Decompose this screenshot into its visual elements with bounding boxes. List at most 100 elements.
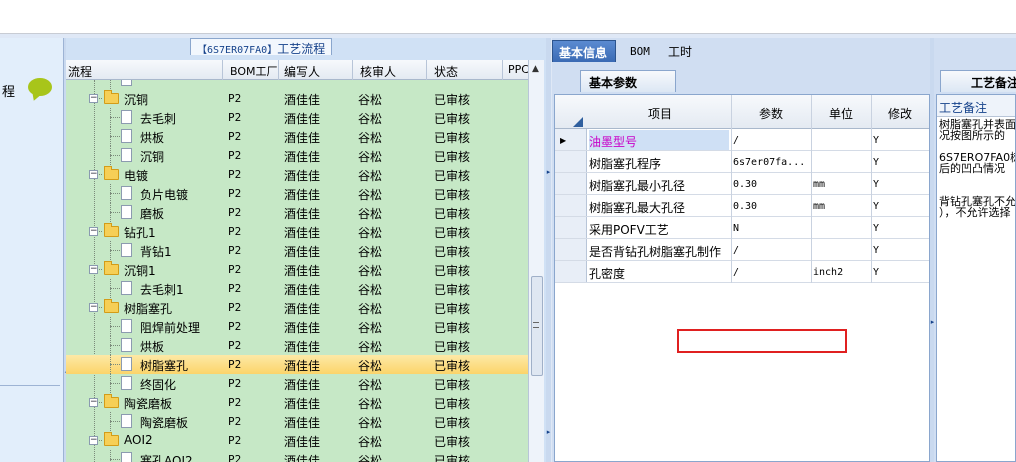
collapse-toggle-icon[interactable]: −	[89, 265, 98, 274]
status-cell: 已审核	[434, 378, 471, 392]
table-row[interactable]: 烘板 P2 酒佳佳 谷松 已审核	[66, 127, 528, 146]
reviewer-cell: 谷松	[358, 454, 383, 462]
col-header-item[interactable]: 项目	[589, 105, 731, 122]
step-name: 树脂塞孔	[140, 359, 189, 373]
collapse-toggle-icon[interactable]: −	[89, 398, 98, 407]
folder-icon	[104, 394, 119, 408]
param-unit-cell: mm	[813, 179, 826, 190]
table-row[interactable]: − 树脂塞孔 P2 酒佳佳 谷松 已审核	[66, 298, 528, 317]
process-notes-panel: 工艺备注 工艺备注 树脂塞孔并表面况按图所示的6S7ERO7FA0树脂后的凹凸情…	[934, 38, 1016, 462]
bom-factory-cell: P2	[228, 168, 242, 181]
writer-cell: 酒佳佳	[284, 169, 321, 183]
table-row[interactable]: 终固化 P2 酒佳佳 谷松 已审核	[66, 374, 528, 393]
splitter-middle[interactable]: ▸ ▸	[546, 38, 551, 462]
table-row[interactable]: 塞孔AOI2 P2 酒佳佳 谷松 已审核	[66, 450, 528, 462]
table-row[interactable]: 陶瓷磨板 P2 酒佳佳 谷松 已审核	[66, 412, 528, 431]
col-header-bom[interactable]: BOM工厂	[230, 63, 278, 79]
bom-factory-cell: P2	[228, 130, 242, 143]
param-edit-cell[interactable]: Y	[873, 157, 923, 168]
param-value-cell[interactable]: /	[733, 245, 809, 256]
document-icon	[121, 338, 132, 352]
collapse-toggle-icon[interactable]: −	[89, 303, 98, 312]
status-cell: 已审核	[434, 397, 471, 411]
col-header-unit[interactable]: 单位	[811, 105, 871, 122]
tab-bom[interactable]: BOM	[624, 42, 656, 64]
collapse-arrow-icon[interactable]: ▸	[546, 428, 551, 436]
writer-cell: 酒佳佳	[284, 302, 321, 316]
reviewer-cell: 谷松	[358, 264, 383, 278]
highlight-annotation-box	[677, 329, 847, 353]
param-value-cell[interactable]: 0.30	[733, 201, 809, 212]
scroll-up-icon[interactable]: ▲	[532, 64, 539, 74]
table-row[interactable]	[66, 80, 528, 89]
col-header-flow[interactable]: 流程	[68, 63, 92, 80]
col-header-reviewer[interactable]: 核审人	[360, 63, 396, 80]
param-row[interactable]: 树脂塞孔最小孔径 0.30 mm Y	[555, 173, 929, 195]
param-edit-cell[interactable]: Y	[873, 201, 923, 212]
collapse-toggle-icon[interactable]: −	[89, 170, 98, 179]
param-row[interactable]: 是否背钻孔树脂塞孔制作 / Y	[555, 239, 929, 261]
collapse-toggle-icon[interactable]: −	[89, 436, 98, 445]
tab-basic-params[interactable]: 基本参数	[580, 70, 676, 92]
param-edit-cell[interactable]: Y	[873, 223, 923, 234]
param-edit-cell[interactable]: Y	[873, 245, 923, 256]
writer-cell: 酒佳佳	[284, 359, 321, 373]
param-edit-cell[interactable]: Y	[873, 135, 923, 146]
table-row[interactable]: 烘板 P2 酒佳佳 谷松 已审核	[66, 336, 528, 355]
param-row[interactable]: 树脂塞孔最大孔径 0.30 mm Y	[555, 195, 929, 217]
tab-process-notes[interactable]: 工艺备注	[940, 70, 1016, 92]
step-name: 烘板	[140, 131, 165, 145]
reviewer-cell: 谷松	[358, 416, 383, 430]
status-cell: 已审核	[434, 226, 471, 240]
tab-basic-info[interactable]: 基本信息	[552, 40, 616, 62]
param-row[interactable]: 孔密度 / inch2 Y	[555, 261, 929, 283]
writer-cell: 酒佳佳	[284, 112, 321, 126]
table-row[interactable]: 树脂塞孔 P2 酒佳佳 谷松 已审核	[66, 355, 528, 374]
param-value-cell[interactable]: /	[733, 267, 809, 278]
col-header-edit[interactable]: 修改	[871, 105, 929, 122]
param-value-cell[interactable]: N	[733, 223, 809, 234]
col-header-param[interactable]: 参数	[731, 105, 811, 122]
param-row[interactable]: 采用POFV工艺 N Y	[555, 217, 929, 239]
col-header-writer[interactable]: 编写人	[284, 63, 320, 80]
document-icon	[121, 148, 132, 162]
param-value-cell[interactable]: /	[733, 135, 809, 146]
col-header-ppc[interactable]: PPC	[508, 63, 529, 76]
document-icon	[121, 414, 132, 428]
table-row[interactable]: − AOI2 P2 酒佳佳 谷松 已审核	[66, 431, 528, 450]
process-grid-scrollbar[interactable]: ▲	[528, 60, 544, 462]
table-row[interactable]: 沉铜 P2 酒佳佳 谷松 已审核	[66, 146, 528, 165]
writer-cell: 酒佳佳	[284, 207, 321, 221]
table-row[interactable]: 阻焊前处理 P2 酒佳佳 谷松 已审核	[66, 317, 528, 336]
reviewer-cell: 谷松	[358, 321, 383, 335]
reviewer-cell: 谷松	[358, 378, 383, 392]
table-row[interactable]: − 沉铜1 P2 酒佳佳 谷松 已审核	[66, 260, 528, 279]
table-row[interactable]: 背钻1 P2 酒佳佳 谷松 已审核	[66, 241, 528, 260]
param-value-cell[interactable]: 6s7er07fa...	[733, 157, 809, 168]
col-header-status[interactable]: 状态	[434, 63, 458, 80]
step-name: AOI2	[124, 433, 153, 447]
writer-cell: 酒佳佳	[284, 188, 321, 202]
param-edit-cell[interactable]: Y	[873, 267, 923, 278]
param-row[interactable]: ▶ 油墨型号 / Y	[555, 129, 929, 151]
process-grid-body: − 沉铜 P2 酒佳佳 谷松 已审核 去毛刺 P2 酒佳佳 谷松 已审核 烘板 P2 酒佳佳 谷松 已审核 沉铜…	[66, 80, 528, 462]
collapse-toggle-icon[interactable]: −	[89, 94, 98, 103]
tab-work-hours[interactable]: 工时	[662, 40, 698, 62]
left-nav-item[interactable]: 程	[0, 74, 62, 104]
app-window: 程 ◂ 【6S7ER07FA0】工艺流程 流程 BOM工厂 编写人 核审人 状态…	[0, 34, 1016, 462]
table-row[interactable]: 去毛刺 P2 酒佳佳 谷松 已审核	[66, 108, 528, 127]
table-row[interactable]: − 陶瓷磨板 P2 酒佳佳 谷松 已审核	[66, 393, 528, 412]
table-row[interactable]: − 电镀 P2 酒佳佳 谷松 已审核	[66, 165, 528, 184]
chat-bubble-icon[interactable]	[28, 78, 52, 96]
table-row[interactable]: 去毛刺1 P2 酒佳佳 谷松 已审核	[66, 279, 528, 298]
status-cell: 已审核	[434, 264, 471, 278]
table-row[interactable]: 磨板 P2 酒佳佳 谷松 已审核	[66, 203, 528, 222]
table-row[interactable]: − 钻孔1 P2 酒佳佳 谷松 已审核	[66, 222, 528, 241]
param-row[interactable]: 树脂塞孔程序 6s7er07fa... Y	[555, 151, 929, 173]
param-edit-cell[interactable]: Y	[873, 179, 923, 190]
param-value-cell[interactable]: 0.30	[733, 179, 809, 190]
table-row[interactable]: 负片电镀 P2 酒佳佳 谷松 已审核	[66, 184, 528, 203]
collapse-arrow-icon[interactable]: ▸	[546, 168, 551, 176]
table-row[interactable]: − 沉铜 P2 酒佳佳 谷松 已审核	[66, 89, 528, 108]
collapse-toggle-icon[interactable]: −	[89, 227, 98, 236]
